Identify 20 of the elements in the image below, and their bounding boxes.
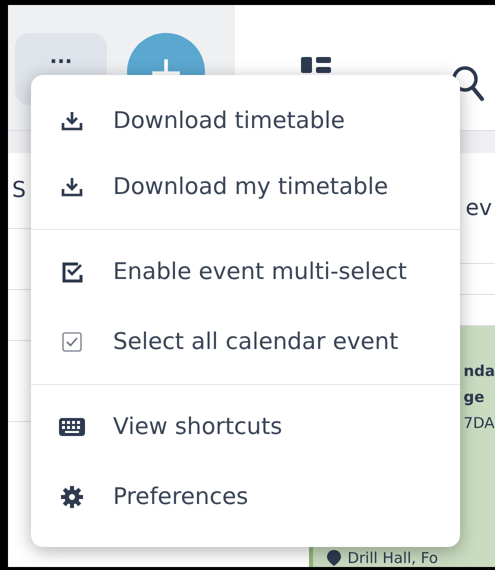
download-icon bbox=[61, 111, 83, 131]
download-icon bbox=[61, 177, 83, 197]
menu-item[interactable]: Enable event multi-select bbox=[31, 237, 460, 307]
menu-item[interactable]: View shortcuts bbox=[31, 392, 460, 462]
event-text: 7DA bbox=[463, 414, 495, 432]
event-location: Drill Hall, Fo bbox=[347, 550, 438, 566]
keyboard-icon bbox=[59, 418, 85, 436]
event-text: ev bbox=[464, 196, 492, 220]
location-icon bbox=[327, 550, 342, 566]
column-text: S bbox=[11, 178, 26, 203]
menu-item[interactable]: Download my timetable bbox=[31, 152, 460, 222]
menu-item[interactable]: Select all calendar event bbox=[31, 307, 460, 377]
search-icon[interactable] bbox=[451, 65, 485, 103]
checkbox-icon bbox=[62, 332, 82, 352]
view-toggle-icon[interactable] bbox=[301, 57, 331, 73]
event-text: ge bbox=[463, 388, 486, 406]
menu-item[interactable]: Preferences bbox=[31, 462, 460, 532]
settings-icon bbox=[61, 486, 83, 508]
checkbox-icon bbox=[61, 261, 83, 283]
event-text: nda bbox=[463, 362, 495, 380]
